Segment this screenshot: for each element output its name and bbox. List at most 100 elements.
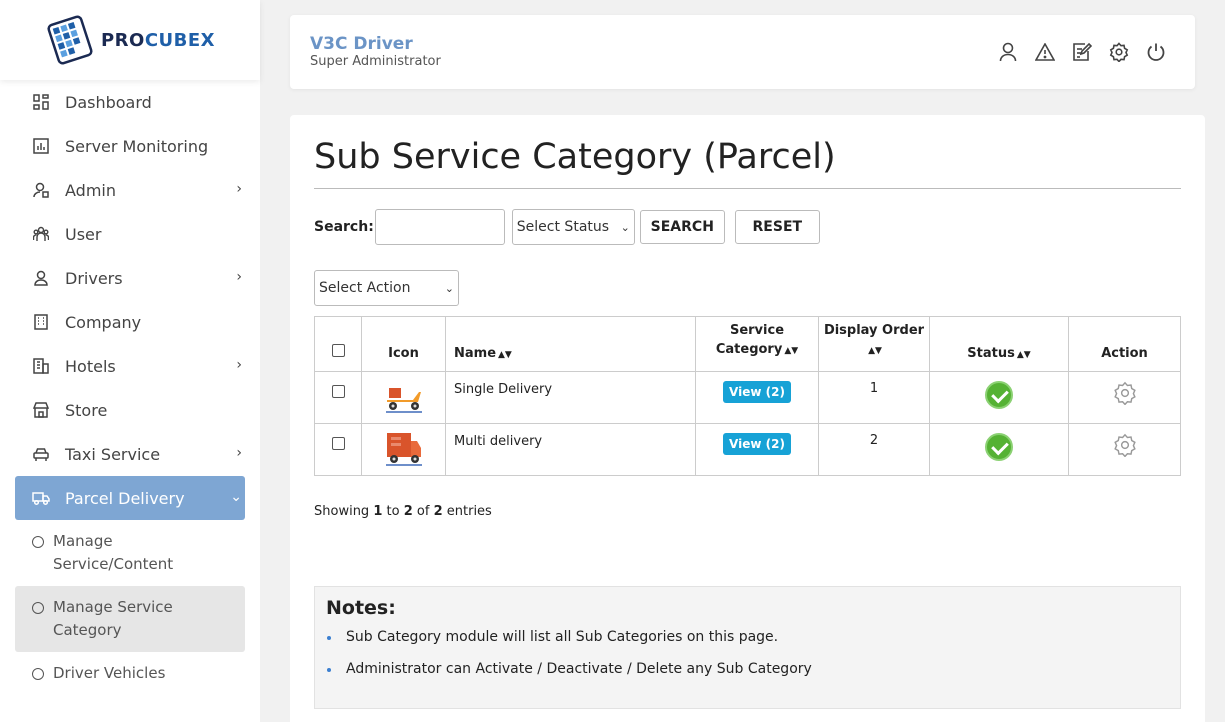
circle-icon: [32, 668, 44, 680]
column-header-label: Display Order: [823, 323, 925, 338]
sidebar-item-store[interactable]: Store: [0, 388, 260, 432]
header-title: V3C Driver: [310, 34, 413, 54]
search-input[interactable]: [374, 209, 505, 245]
row-checkbox[interactable]: [331, 385, 345, 398]
chevron-down-icon: ⌄: [230, 489, 242, 505]
summary-total: 2: [433, 504, 443, 519]
summary-prefix: Showing: [314, 504, 370, 519]
column-header-label: Icon: [388, 346, 419, 361]
column-header-label: Status: [967, 346, 1015, 361]
active-status-icon[interactable]: [985, 433, 1013, 461]
notes-panel: Notes: Sub Category module will list all…: [314, 586, 1181, 709]
building-icon: [32, 313, 50, 331]
column-header-name[interactable]: Name ▲▼: [445, 316, 696, 372]
column-header-label: Service: [729, 323, 785, 338]
sidebar-item-label: User: [65, 224, 102, 244]
row-action-cell: [1068, 371, 1181, 424]
power-icon[interactable]: [1145, 41, 1167, 63]
sidebar-item-label: Parcel Delivery: [65, 488, 185, 508]
row-name-cell: Multi delivery: [445, 423, 696, 476]
note-item: Administrator can Activate / Deactivate …: [327, 661, 1169, 677]
select-all-checkbox[interactable]: [331, 344, 345, 357]
row-name: Single Delivery: [454, 382, 553, 397]
column-header-action: Action: [1068, 316, 1181, 372]
sidebar-subitem-driver-vehicles[interactable]: Driver Vehicles: [0, 652, 260, 695]
car-icon: [32, 445, 50, 463]
row-display-order: 1: [869, 381, 879, 396]
view-categories-button[interactable]: View (2): [723, 433, 791, 455]
column-header-status[interactable]: Status ▲▼: [929, 316, 1069, 372]
scooter-delivery-icon: [385, 388, 422, 413]
header-subtitle: Super Administrator: [310, 54, 441, 69]
driver-icon: [32, 269, 50, 287]
notes-title: Notes:: [326, 597, 396, 619]
procubex-logo-icon: [47, 15, 93, 65]
summary-to: 2: [403, 504, 413, 519]
sort-icon: ▲▼: [498, 350, 512, 360]
sidebar-subitem-label: Manage Service/Content: [53, 532, 174, 573]
notes-list: Sub Category module will list all Sub Ca…: [326, 629, 1169, 677]
sort-icon: ▲▼: [1016, 350, 1031, 360]
sidebar-item-taxi-service[interactable]: Taxi Service ›: [0, 432, 260, 476]
status-select[interactable]: Select Status ⌄: [511, 209, 635, 245]
sidebar-item-parcel-delivery[interactable]: Parcel Delivery ⌄: [15, 476, 245, 520]
row-checkbox[interactable]: [331, 437, 345, 450]
sidebar-item-dashboard[interactable]: Dashboard: [0, 80, 260, 124]
reset-button[interactable]: RESET: [734, 210, 820, 244]
active-status-icon[interactable]: [985, 381, 1013, 409]
sidebar-item-user[interactable]: User: [0, 212, 260, 256]
row-icon-cell: [361, 423, 446, 476]
chevron-right-icon: ›: [236, 357, 242, 373]
settings-icon[interactable]: [1108, 41, 1130, 63]
edit-icon[interactable]: [1071, 41, 1093, 63]
header-icon-bar: [997, 41, 1167, 63]
gear-icon[interactable]: [1113, 381, 1137, 406]
warning-icon[interactable]: [1034, 41, 1056, 63]
row-display-order-cell: 2: [818, 423, 930, 476]
status-select-value: Select Status: [516, 219, 610, 235]
action-select-value: Select Action: [319, 280, 411, 296]
row-service-category-cell: View (2): [695, 423, 819, 476]
chevron-right-icon: ›: [236, 445, 242, 461]
chevron-right-icon: ›: [236, 181, 242, 197]
logo-wordmark: PROCUBEX: [101, 30, 215, 51]
circle-icon: [32, 602, 44, 614]
row-select-cell: [314, 423, 362, 476]
title-divider: [314, 188, 1181, 189]
sidebar-item-company[interactable]: Company: [0, 300, 260, 344]
sidebar-item-label: Store: [65, 400, 108, 420]
sort-icon: ▲▼: [784, 346, 799, 356]
sidebar-item-server-monitoring[interactable]: Server Monitoring: [0, 124, 260, 168]
sidebar-item-admin[interactable]: Admin ›: [0, 168, 260, 212]
logo-text-cubex: CUBEX: [144, 29, 216, 51]
logo[interactable]: PROCUBEX: [0, 0, 260, 80]
view-categories-button[interactable]: View (2): [723, 381, 791, 403]
row-service-category-cell: View (2): [695, 371, 819, 424]
gear-icon[interactable]: [1113, 433, 1137, 458]
sidebar-item-label: Drivers: [65, 268, 123, 288]
user-icon[interactable]: [997, 41, 1019, 63]
column-header-service-category[interactable]: Service Category ▲▼: [695, 316, 819, 372]
search-label: Search:: [314, 219, 374, 235]
top-header: V3C Driver Super Administrator: [290, 15, 1195, 89]
chart-icon: [32, 137, 50, 155]
search-button[interactable]: SEARCH: [639, 210, 725, 244]
column-header-icon: Icon: [361, 316, 446, 372]
sidebar-subitem-manage-service-category[interactable]: Manage Service Category: [15, 586, 245, 652]
row-icon-cell: [361, 371, 446, 424]
table-row: Single Delivery View (2) 1: [314, 371, 1181, 424]
summary-from: 1: [373, 504, 383, 519]
sidebar-item-hotels[interactable]: Hotels ›: [0, 344, 260, 388]
chevron-down-icon: ⌄: [444, 281, 454, 295]
summary-suffix: entries: [446, 504, 492, 519]
column-header-display-order[interactable]: Display Order ▲▼: [818, 316, 930, 372]
row-display-order: 2: [869, 433, 879, 448]
sidebar-item-drivers[interactable]: Drivers ›: [0, 256, 260, 300]
table-row: Multi delivery View (2) 2: [314, 423, 1181, 476]
action-select[interactable]: Select Action ⌄: [314, 270, 459, 306]
entries-summary: Showing 1 to 2 of 2 entries: [314, 504, 492, 519]
sidebar-item-label: Server Monitoring: [65, 136, 209, 156]
sidebar-subitem-manage-service-content[interactable]: Manage Service/Content: [0, 520, 260, 586]
column-header-label: Action: [1101, 346, 1148, 361]
select-all-header: [314, 316, 362, 372]
